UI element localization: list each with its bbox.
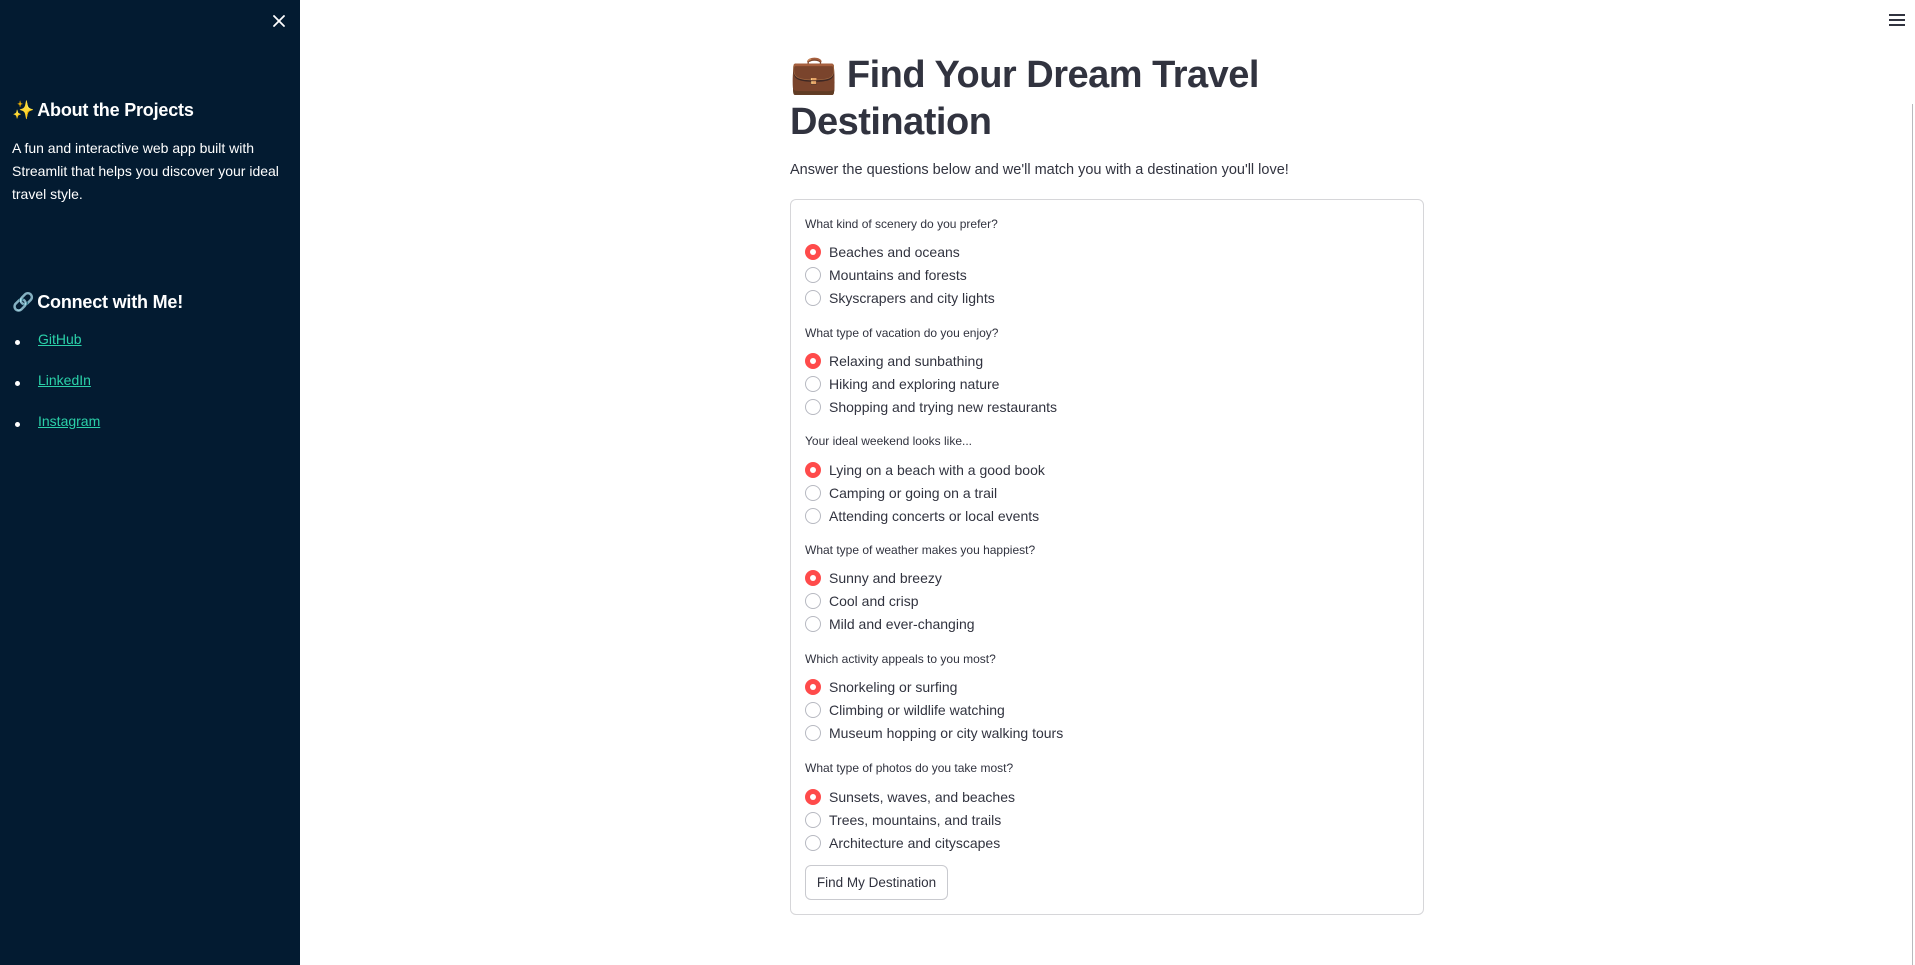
option-label: Shopping and trying new restaurants <box>829 399 1058 415</box>
quiz-form: What kind of scenery do you prefer? Beac… <box>790 199 1424 915</box>
question-photos: What type of photos do you take most? Su… <box>805 760 1405 851</box>
option-label: Sunny and breezy <box>829 570 942 586</box>
radio-button-selected[interactable] <box>805 679 821 695</box>
radio-option[interactable]: Architecture and cityscapes <box>805 833 1000 853</box>
scrollbar[interactable] <box>1912 104 1913 965</box>
option-label: Hiking and exploring nature <box>829 376 1000 392</box>
social-links-list: GitHub LinkedIn Instagram <box>12 331 100 454</box>
radio-button-selected[interactable] <box>805 244 821 260</box>
page-title: 💼 Find Your Dream Travel Destination <box>790 52 1390 146</box>
question-label: Which activity appeals to you most? <box>805 652 996 666</box>
link-icon: 🔗 <box>12 292 35 312</box>
question-label: What type of photos do you take most? <box>805 761 1014 775</box>
about-heading-text: About the Projects <box>37 100 194 120</box>
radio-option[interactable]: Snorkeling or surfing <box>805 677 957 697</box>
radio-button[interactable] <box>805 485 821 501</box>
radio-option[interactable]: Hiking and exploring nature <box>805 374 999 394</box>
radio-button[interactable] <box>805 508 821 524</box>
linkedin-link[interactable]: LinkedIn <box>38 372 91 388</box>
question-weekend: Your ideal weekend looks like... Lying o… <box>805 433 1405 524</box>
radio-button-selected[interactable] <box>805 570 821 586</box>
page-title-text: Find Your Dream Travel Destination <box>790 54 1259 143</box>
connect-heading: 🔗 Connect with Me! <box>12 292 183 313</box>
radio-option[interactable]: Climbing or wildlife watching <box>805 700 1005 720</box>
option-label: Cool and crisp <box>829 593 919 609</box>
radio-button-selected[interactable] <box>805 789 821 805</box>
radio-button[interactable] <box>805 812 821 828</box>
option-label: Attending concerts or local events <box>829 508 1040 524</box>
option-label: Climbing or wildlife watching <box>829 702 1005 718</box>
radio-option[interactable]: Beaches and oceans <box>805 242 960 262</box>
radio-option[interactable]: Relaxing and sunbathing <box>805 351 983 371</box>
option-label: Skyscrapers and city lights <box>829 290 995 306</box>
sidebar: ✨ About the Projects A fun and interactiv… <box>0 0 300 965</box>
radio-option[interactable]: Camping or going on a trail <box>805 483 997 503</box>
question-activity: Which activity appeals to you most? Snor… <box>805 651 1405 741</box>
radio-button[interactable] <box>805 725 821 741</box>
briefcase-icon: 💼 <box>790 54 837 96</box>
about-text: A fun and interactive web app built with… <box>12 140 279 202</box>
hamburger-menu-icon[interactable] <box>1889 14 1905 28</box>
radio-option[interactable]: Skyscrapers and city lights <box>805 288 995 308</box>
question-scenery: What kind of scenery do you prefer? Beac… <box>805 216 1405 306</box>
radio-option[interactable]: Attending concerts or local events <box>805 506 1039 526</box>
radio-option[interactable]: Mountains and forests <box>805 265 967 285</box>
option-label: Mild and ever-changing <box>829 616 975 632</box>
radio-option[interactable]: Sunsets, waves, and beaches <box>805 787 1015 807</box>
question-label: Your ideal weekend looks like... <box>805 434 972 448</box>
radio-button[interactable] <box>805 376 821 392</box>
option-label: Sunsets, waves, and beaches <box>829 789 1016 805</box>
radio-button[interactable] <box>805 593 821 609</box>
option-label: Mountains and forests <box>829 267 967 283</box>
radio-button[interactable] <box>805 835 821 851</box>
question-label: What kind of scenery do you prefer? <box>805 217 998 231</box>
radio-button[interactable] <box>805 702 821 718</box>
radio-option[interactable]: Lying on a beach with a good book <box>805 460 1045 480</box>
radio-option[interactable]: Shopping and trying new restaurants <box>805 397 1057 417</box>
sparkles-icon: ✨ <box>12 100 35 120</box>
question-label: What type of weather makes you happiest? <box>805 543 1036 557</box>
radio-option[interactable]: Sunny and breezy <box>805 568 942 588</box>
option-label: Beaches and oceans <box>829 244 960 260</box>
option-label: Museum hopping or city walking tours <box>829 725 1064 741</box>
radio-option[interactable]: Museum hopping or city walking tours <box>805 723 1063 743</box>
list-item: LinkedIn <box>12 372 100 413</box>
close-icon[interactable] <box>268 10 290 32</box>
option-label: Lying on a beach with a good book <box>829 462 1045 478</box>
option-label: Camping or going on a trail <box>829 485 998 501</box>
github-link[interactable]: GitHub <box>38 331 82 347</box>
option-label: Relaxing and sunbathing <box>829 353 984 369</box>
radio-button-selected[interactable] <box>805 462 821 478</box>
radio-option[interactable]: Cool and crisp <box>805 591 919 611</box>
radio-option[interactable]: Mild and ever-changing <box>805 614 975 634</box>
page-subtitle: Answer the questions below and we'll mat… <box>790 162 1289 178</box>
option-label: Snorkeling or surfing <box>829 679 958 695</box>
radio-button[interactable] <box>805 616 821 632</box>
radio-button[interactable] <box>805 267 821 283</box>
about-heading: ✨ About the Projects <box>12 100 194 121</box>
option-label: Architecture and cityscapes <box>829 835 1001 851</box>
find-destination-button[interactable]: Find My Destination <box>805 865 948 900</box>
radio-button[interactable] <box>805 399 821 415</box>
radio-button-selected[interactable] <box>805 353 821 369</box>
question-weather: What type of weather makes you happiest?… <box>805 542 1405 632</box>
list-item: Instagram <box>12 413 100 454</box>
question-label: What type of vacation do you enjoy? <box>805 326 999 340</box>
radio-option[interactable]: Trees, mountains, and trails <box>805 810 1001 830</box>
question-vacation: What type of vacation do you enjoy? Rela… <box>805 325 1405 415</box>
radio-button[interactable] <box>805 290 821 306</box>
connect-heading-text: Connect with Me! <box>37 292 184 312</box>
instagram-link[interactable]: Instagram <box>38 413 100 429</box>
option-label: Trees, mountains, and trails <box>829 812 1002 828</box>
list-item: GitHub <box>12 331 100 372</box>
